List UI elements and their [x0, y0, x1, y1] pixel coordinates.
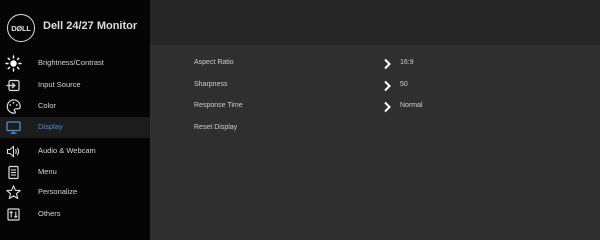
setting-value: Normal: [400, 102, 423, 109]
menu-label: Input Source: [38, 80, 81, 89]
chevron-right-icon: [384, 101, 391, 113]
setting-reset-display[interactable]: Reset Display: [194, 120, 574, 138]
dell-logo-text: DØLL: [11, 23, 31, 33]
others-icon: [7, 208, 20, 221]
settings-panel: Aspect Ratio 16:9 Sharpness 50 Response …: [150, 45, 600, 240]
menu-label: Color: [38, 101, 56, 110]
color-palette-icon: [6, 99, 21, 114]
monitor-osd: DØLL Dell 24/27 Monitor Brightness/Contr…: [0, 0, 600, 240]
dell-logo: DØLL: [7, 14, 35, 42]
setting-label: Aspect Ratio: [194, 59, 234, 66]
setting-sharpness[interactable]: Sharpness 50: [194, 77, 574, 95]
setting-label: Sharpness: [194, 81, 228, 88]
input-source-icon: [6, 79, 20, 92]
menu-item-input-source[interactable]: Input Source: [0, 75, 150, 96]
menu-item-color[interactable]: Color: [0, 96, 150, 117]
menu-label: Audio & Webcam: [38, 146, 96, 155]
menu-label: Others: [38, 209, 61, 218]
setting-label: Response Time: [194, 102, 243, 109]
menu-item-audio-webcam[interactable]: Audio & Webcam: [0, 141, 150, 162]
sidebar: DØLL Dell 24/27 Monitor Brightness/Contr…: [0, 0, 150, 240]
setting-value: 16:9: [400, 59, 414, 66]
setting-aspect-ratio[interactable]: Aspect Ratio 16:9: [194, 55, 574, 73]
chevron-right-icon: [384, 80, 391, 92]
menu-item-menu[interactable]: Menu: [0, 162, 150, 183]
menu-item-brightness-contrast[interactable]: Brightness/Contrast: [0, 53, 150, 74]
chevron-right-icon: [384, 58, 391, 70]
setting-response-time[interactable]: Response Time Normal: [194, 98, 574, 116]
menu-item-others[interactable]: Others: [0, 204, 150, 225]
menu-label: Brightness/Contrast: [38, 58, 104, 67]
setting-label: Reset Display: [194, 124, 238, 131]
menu-icon: [8, 165, 19, 180]
menu-label: Menu: [38, 167, 57, 176]
menu-item-personalize[interactable]: Personalize: [0, 182, 150, 203]
menu-item-display[interactable]: Display: [0, 117, 150, 138]
menu-label: Display: [38, 122, 63, 131]
setting-value: 50: [400, 81, 408, 88]
monitor-title: Dell 24/27 Monitor: [43, 20, 138, 32]
header-strip: [150, 0, 600, 45]
star-icon: [6, 185, 21, 200]
menu-label: Personalize: [38, 187, 78, 196]
brightness-icon: [5, 55, 22, 72]
speaker-icon: [6, 145, 20, 158]
display-icon: [6, 121, 21, 134]
